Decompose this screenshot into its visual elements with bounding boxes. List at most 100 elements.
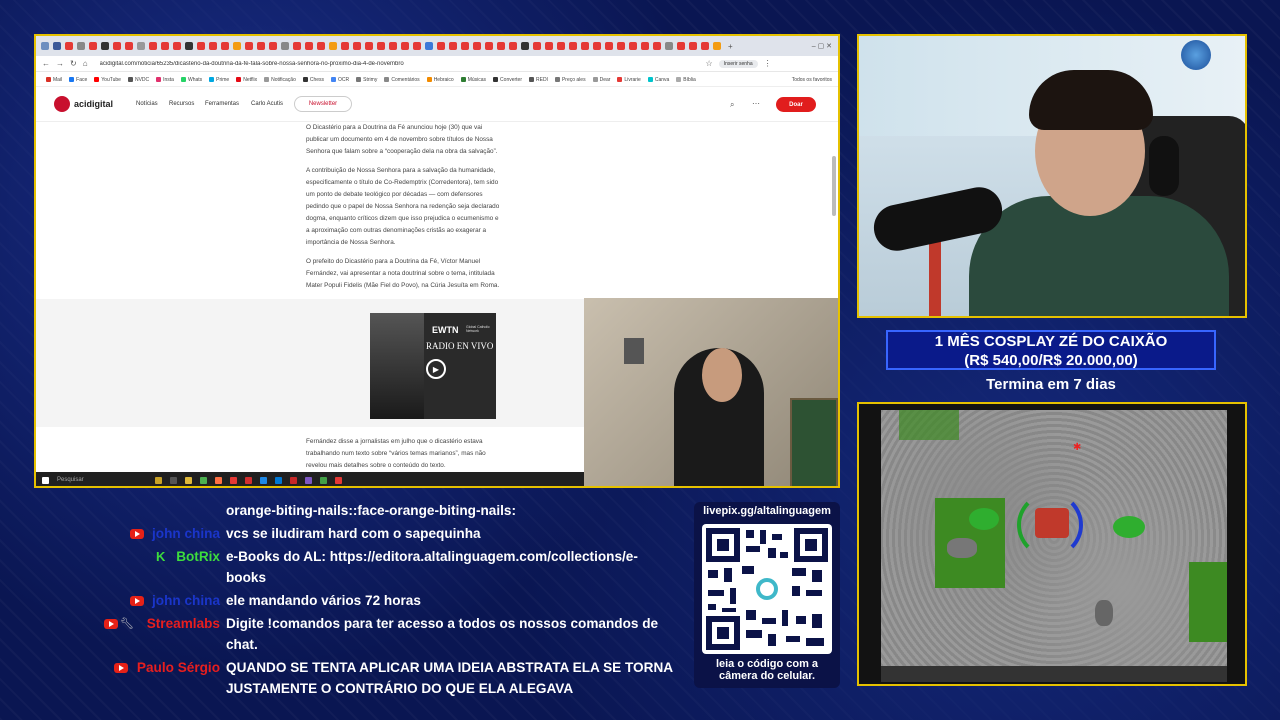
tab-icon[interactable] <box>533 42 541 50</box>
more-dots-icon[interactable]: ⋯ <box>752 99 760 108</box>
taskbar-app-icon[interactable] <box>155 476 162 484</box>
tab-icon[interactable] <box>413 42 421 50</box>
tab-icon[interactable] <box>701 42 709 50</box>
bookmark-item[interactable]: Canva <box>647 77 669 83</box>
menu-carlo-acutis[interactable]: Carlo Acutis <box>251 101 283 107</box>
tab-icon[interactable] <box>521 42 529 50</box>
bookmark-item[interactable]: Face <box>69 77 87 83</box>
reload-icon[interactable]: ↻ <box>70 59 77 68</box>
app-icon[interactable] <box>335 476 342 484</box>
app-icon[interactable] <box>305 476 312 484</box>
tab-icon[interactable] <box>173 42 181 50</box>
obs-icon[interactable] <box>290 476 297 484</box>
bookmark-item[interactable]: Dear <box>592 77 610 83</box>
tab-icon[interactable] <box>113 42 121 50</box>
tab-icon[interactable] <box>305 42 313 50</box>
word-icon[interactable] <box>260 476 267 484</box>
tab-icon[interactable] <box>401 42 409 50</box>
menu-dots-icon[interactable]: ⋮ <box>764 59 772 68</box>
profile-button[interactable]: Inserir senha <box>718 59 758 68</box>
bookmark-item[interactable]: Netflix <box>236 77 257 83</box>
url-field[interactable]: acidigital.com/noticia/65235/dicasterio-… <box>100 61 700 67</box>
store-icon[interactable] <box>275 476 282 484</box>
tab-icon[interactable] <box>221 42 229 50</box>
tab-icon[interactable] <box>581 42 589 50</box>
tab-icon[interactable] <box>617 42 625 50</box>
tab-icon[interactable] <box>65 42 73 50</box>
tab-icon[interactable] <box>185 42 193 50</box>
tab-icon[interactable] <box>137 42 145 50</box>
tab-icon[interactable] <box>329 42 337 50</box>
tab-icon[interactable] <box>101 42 109 50</box>
bookmark-item[interactable]: Preço ales <box>554 77 586 83</box>
tab-icon[interactable] <box>53 42 61 50</box>
tab-icon[interactable] <box>569 42 577 50</box>
all-bookmarks[interactable]: Todos os favoritos <box>792 77 832 83</box>
tab-icon[interactable] <box>89 42 97 50</box>
tab-icon[interactable] <box>389 42 397 50</box>
bookmark-item[interactable]: Notificação <box>264 77 296 83</box>
bookmark-item[interactable]: Whats <box>180 77 202 83</box>
bookmark-item[interactable]: Músicas <box>460 77 486 83</box>
bookmark-item[interactable]: Livrarie <box>617 77 641 83</box>
tab-icon[interactable] <box>353 42 361 50</box>
bookmark-item[interactable]: Mail <box>46 77 62 83</box>
tab-icon[interactable] <box>473 42 481 50</box>
tab-icon[interactable] <box>317 42 325 50</box>
tab-icon[interactable] <box>257 42 265 50</box>
tab-icon[interactable] <box>125 42 133 50</box>
tab-icon[interactable] <box>233 42 241 50</box>
new-tab-icon[interactable]: + <box>728 42 733 51</box>
bookmark-item[interactable]: Comentários <box>384 77 420 83</box>
back-icon[interactable]: ← <box>42 59 50 68</box>
forward-icon[interactable]: → <box>56 59 64 68</box>
windows-start-icon[interactable] <box>42 476 49 484</box>
tab-icon[interactable] <box>629 42 637 50</box>
tab-icon[interactable] <box>677 42 685 50</box>
tab-icon[interactable] <box>605 42 613 50</box>
bookmark-item[interactable]: Bíblia <box>676 77 696 83</box>
menu-ferramentas[interactable]: Ferramentas <box>205 101 239 107</box>
bookmark-item[interactable]: OCR <box>331 77 349 83</box>
bookmark-item[interactable]: REDI <box>529 77 548 83</box>
bookmark-star-icon[interactable]: ☆ <box>706 59 713 68</box>
site-logo-text[interactable]: acidigital <box>74 99 113 109</box>
tab-icon[interactable] <box>161 42 169 50</box>
tab-icon[interactable] <box>209 42 217 50</box>
tab-icon[interactable] <box>593 42 601 50</box>
tab-icon[interactable] <box>545 42 553 50</box>
tab-icon[interactable] <box>461 42 469 50</box>
tab-icon[interactable] <box>281 42 289 50</box>
app-icon[interactable] <box>320 476 327 484</box>
taskbar-search[interactable]: Pesquisar <box>57 477 147 483</box>
radio-ad-banner[interactable]: EWTN Global Catholic Network RADIO EN VI… <box>370 313 496 419</box>
window-controls-icon[interactable]: – ▢ ✕ <box>812 42 832 50</box>
tab-icon[interactable] <box>377 42 385 50</box>
tab-icon[interactable] <box>509 42 517 50</box>
tab-icon[interactable] <box>713 42 721 50</box>
tab-icon[interactable] <box>149 42 157 50</box>
tab-icon[interactable] <box>449 42 457 50</box>
newsletter-button[interactable]: Newsletter <box>294 96 352 112</box>
tab-icon[interactable] <box>497 42 505 50</box>
tab-icon[interactable] <box>485 42 493 50</box>
bookmark-item[interactable]: Insta <box>156 77 174 83</box>
tab-icon[interactable] <box>365 42 373 50</box>
tab-icon[interactable] <box>641 42 649 50</box>
tab-strip[interactable]: + – ▢ ✕ <box>36 36 838 56</box>
tab-icon[interactable] <box>665 42 673 50</box>
firefox-icon[interactable] <box>215 476 222 484</box>
menu-noticias[interactable]: Notícias <box>136 101 158 107</box>
bookmark-item[interactable]: YouTube <box>94 77 121 83</box>
opera-icon[interactable] <box>230 476 237 484</box>
scrollbar[interactable] <box>832 156 836 216</box>
tab-icon[interactable] <box>689 42 697 50</box>
bookmark-item[interactable]: Converter <box>493 77 522 83</box>
tab-icon[interactable] <box>341 42 349 50</box>
bookmark-item[interactable]: NVDC <box>127 77 149 83</box>
tab-icon[interactable] <box>557 42 565 50</box>
task-view-icon[interactable] <box>170 476 177 484</box>
tab-icon[interactable] <box>41 42 49 50</box>
bookmark-item[interactable]: Prime <box>209 77 229 83</box>
tab-icon[interactable] <box>269 42 277 50</box>
